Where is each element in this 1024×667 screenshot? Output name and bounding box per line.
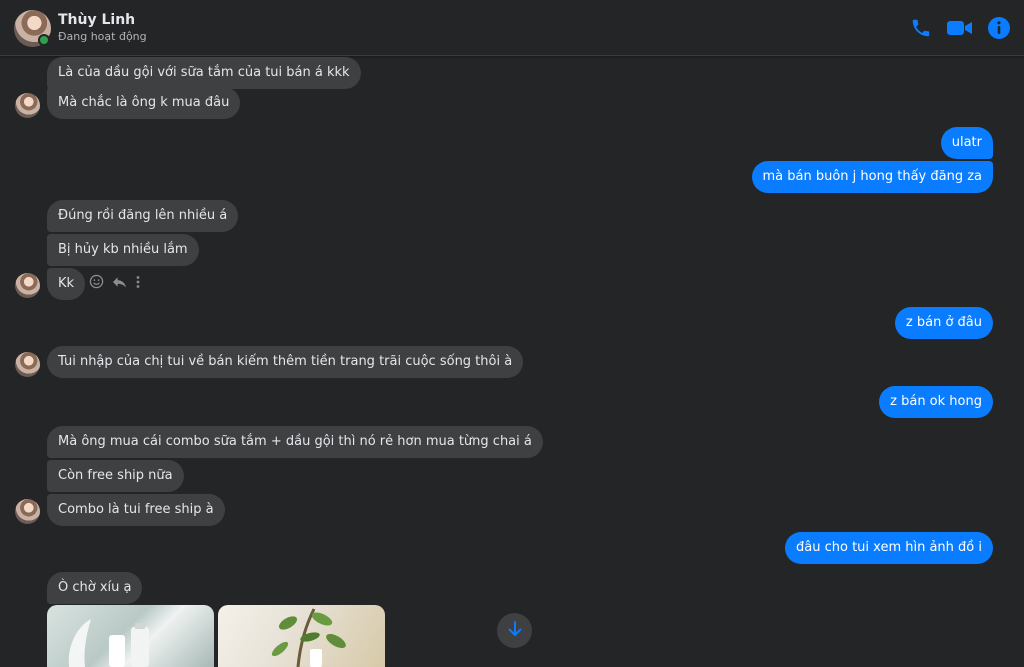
- message-incoming[interactable]: Tui nhập của chị tui về bán kiếm thêm ti…: [47, 346, 524, 378]
- chat-header: Thùy Linh Đang hoạt động: [0, 0, 1024, 56]
- message-outgoing[interactable]: mà bán buôn j hong thấy đăng za: [751, 161, 993, 193]
- info-icon[interactable]: [987, 16, 1011, 44]
- message-incoming[interactable]: Mà chắc là ông k mua đâu: [47, 87, 241, 119]
- message-outgoing[interactable]: đâu cho tui xem hìn ảnh đồ i: [785, 532, 993, 564]
- contact-status: Đang hoạt động: [58, 30, 147, 43]
- arrow-down-icon: [508, 620, 522, 641]
- contact-avatar-small[interactable]: [15, 499, 40, 524]
- online-status-dot: [38, 34, 50, 46]
- message-incoming[interactable]: Còn free ship nữa: [47, 460, 184, 492]
- message-incoming[interactable]: Combo là tui free ship à: [47, 494, 225, 526]
- contact-avatar-small[interactable]: [15, 352, 40, 377]
- contact-avatar-small[interactable]: [15, 273, 40, 298]
- contact-name[interactable]: Thùy Linh: [58, 12, 135, 28]
- contact-avatar-small[interactable]: [15, 93, 40, 118]
- message-outgoing[interactable]: z bán ở đâu: [894, 307, 993, 339]
- scroll-to-bottom-button[interactable]: [497, 613, 532, 648]
- phone-icon[interactable]: [910, 17, 932, 43]
- message-incoming[interactable]: Là của dầu gội với sữa tắm của tui bán á…: [47, 57, 361, 89]
- attached-photo[interactable]: [218, 605, 385, 667]
- message-incoming[interactable]: Đúng rồi đăng lên nhiều á: [47, 200, 239, 232]
- message-incoming[interactable]: Mà ông mua cái combo sữa tắm + dầu gội t…: [47, 426, 543, 458]
- video-camera-icon[interactable]: [946, 17, 974, 43]
- reply-icon[interactable]: [112, 274, 127, 293]
- message-actions: [89, 274, 141, 293]
- smiley-icon[interactable]: [89, 274, 104, 293]
- message-incoming[interactable]: Bị hủy kb nhiều lắm: [47, 234, 199, 266]
- message-incoming[interactable]: Ò chờ xíu ạ: [47, 572, 143, 604]
- attached-photo[interactable]: [47, 605, 214, 667]
- more-vertical-icon[interactable]: [135, 274, 141, 293]
- message-list[interactable]: Là của dầu gội với sữa tắm của tui bán á…: [0, 57, 1024, 667]
- message-incoming[interactable]: Kk: [47, 268, 86, 300]
- message-outgoing[interactable]: z bán ok hong: [879, 386, 993, 418]
- message-outgoing[interactable]: ulatr: [940, 127, 993, 159]
